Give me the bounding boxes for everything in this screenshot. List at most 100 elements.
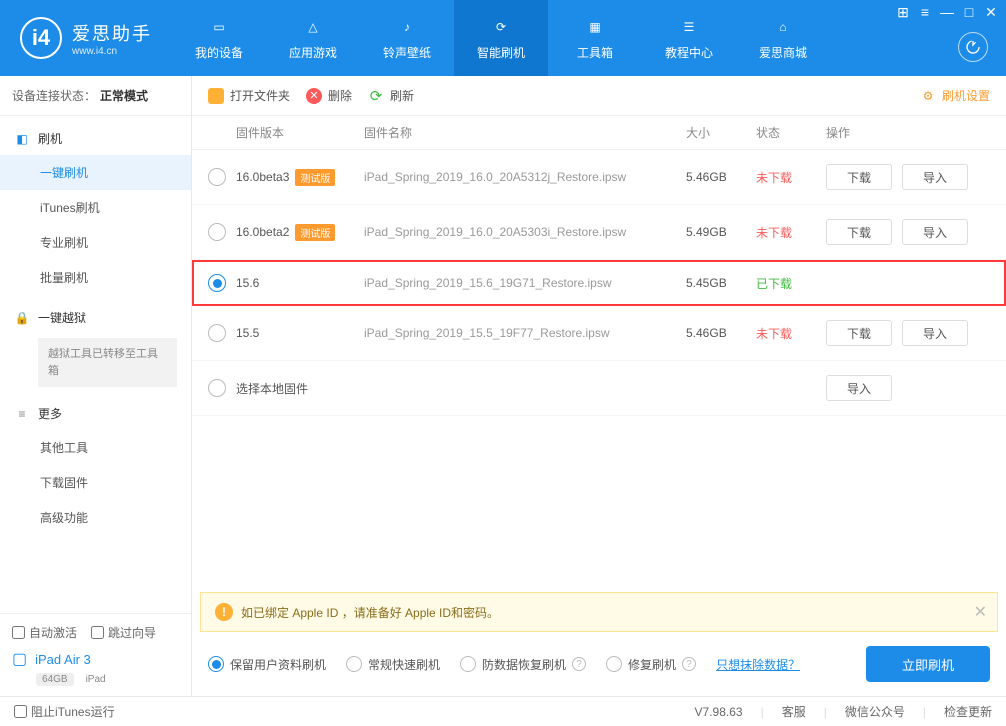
opt-repair[interactable]: 修复刷机? <box>606 656 696 673</box>
open-folder-button[interactable]: 打开文件夹 <box>208 87 290 104</box>
firmware-name: iPad_Spring_2019_16.0_20A5312j_Restore.i… <box>364 170 686 184</box>
sidebar: 设备连接状态： 正常模式 ◧ 刷机 一键刷机iTunes刷机专业刷机批量刷机 🔒… <box>0 76 192 696</box>
app-name: 爱思助手 <box>72 20 152 46</box>
th-status: 状态 <box>756 124 826 141</box>
top-tab-2[interactable]: ♪铃声壁纸 <box>360 0 454 76</box>
jailbreak-note: 越狱工具已转移至工具箱 <box>38 338 177 387</box>
top-tab-5[interactable]: ☰教程中心 <box>642 0 736 76</box>
beta-badge: 测试版 <box>295 224 335 241</box>
opt-keep-data[interactable]: 保留用户资料刷机 <box>208 656 326 673</box>
local-firmware-label: 选择本地固件 <box>236 380 364 397</box>
tab-icon: ▦ <box>584 16 606 38</box>
top-tab-4[interactable]: ▦工具箱 <box>548 0 642 76</box>
firmware-row[interactable]: 15.6 iPad_Spring_2019_15.6_19G71_Restore… <box>192 260 1006 306</box>
th-size: 大小 <box>686 124 756 141</box>
tab-icon: △ <box>302 16 324 38</box>
nav-head-jailbreak[interactable]: 🔒 一键越狱 <box>0 301 191 334</box>
download-button[interactable]: 下载 <box>826 219 892 245</box>
conn-label: 设备连接状态： <box>12 87 96 104</box>
top-tabs: ▭我的设备△应用游戏♪铃声壁纸⟳智能刷机▦工具箱☰教程中心⌂爱思商城 <box>172 0 1006 76</box>
th-version: 固件版本 <box>236 124 364 141</box>
footer-wechat[interactable]: 微信公众号 <box>845 703 905 720</box>
firmware-row[interactable]: 16.0beta2测试版 iPad_Spring_2019_16.0_20A53… <box>192 205 1006 260</box>
opt-anti-recovery[interactable]: 防数据恢复刷机? <box>460 656 586 673</box>
lock-icon: 🔒 <box>14 310 30 326</box>
nav-item[interactable]: 一键刷机 <box>0 155 191 190</box>
import-button[interactable]: 导入 <box>826 375 892 401</box>
flash-now-button[interactable]: 立即刷机 <box>866 646 990 682</box>
table-header: 固件版本 固件名称 大小 状态 操作 <box>192 116 1006 150</box>
nav-item[interactable]: iTunes刷机 <box>0 190 191 225</box>
device-name: iPad Air 3 <box>35 652 91 667</box>
firmware-name: iPad_Spring_2019_16.0_20A5303i_Restore.i… <box>364 225 686 239</box>
refresh-button[interactable]: ⟳刷新 <box>368 87 414 104</box>
firmware-rows: 16.0beta3测试版 iPad_Spring_2019_16.0_20A53… <box>192 150 1006 416</box>
flash-settings-button[interactable]: ⚙刷机设置 <box>920 87 990 104</box>
version-label: V7.98.63 <box>695 705 743 719</box>
flash-icon: ◧ <box>14 131 30 147</box>
firmware-size: 5.46GB <box>686 326 756 340</box>
logo-icon: i4 <box>20 17 62 59</box>
close-icon[interactable]: ✕ <box>982 4 1000 21</box>
minimize-icon[interactable]: — <box>938 4 956 21</box>
row-radio[interactable] <box>208 223 226 241</box>
nav-item[interactable]: 批量刷机 <box>0 260 191 295</box>
auto-activate-checkbox[interactable]: 自动激活 <box>12 624 77 641</box>
beta-badge: 测试版 <box>295 169 335 186</box>
delete-button[interactable]: ✕删除 <box>306 87 352 104</box>
refresh-icon: ⟳ <box>368 88 384 104</box>
top-tab-3[interactable]: ⟳智能刷机 <box>454 0 548 76</box>
download-button[interactable]: 下载 <box>826 320 892 346</box>
more-icon: ≡ <box>14 406 30 422</box>
maximize-icon[interactable]: □ <box>960 4 978 21</box>
th-name: 固件名称 <box>364 124 686 141</box>
footer-service[interactable]: 客服 <box>782 703 806 720</box>
nav-item[interactable]: 专业刷机 <box>0 225 191 260</box>
header-refresh-icon[interactable] <box>958 32 988 62</box>
nav-item[interactable]: 高级功能 <box>0 500 191 535</box>
main-panel: 打开文件夹 ✕删除 ⟳刷新 ⚙刷机设置 固件版本 固件名称 大小 状态 操作 1… <box>192 76 1006 696</box>
top-tab-6[interactable]: ⌂爱思商城 <box>736 0 830 76</box>
top-tab-1[interactable]: △应用游戏 <box>266 0 360 76</box>
logo: i4 爱思助手 www.i4.cn <box>0 17 172 59</box>
nav-head-more[interactable]: ≡ 更多 <box>0 397 191 430</box>
tab-icon: ☰ <box>678 16 700 38</box>
row-radio[interactable] <box>208 274 226 292</box>
row-radio[interactable] <box>208 324 226 342</box>
opt-normal[interactable]: 常规快速刷机 <box>346 656 440 673</box>
help-icon[interactable]: ? <box>682 657 696 671</box>
tab-icon: ⟳ <box>490 16 512 38</box>
skip-guide-checkbox[interactable]: 跳过向导 <box>91 624 156 641</box>
firmware-status: 未下载 <box>756 224 826 241</box>
import-button[interactable]: 导入 <box>902 164 968 190</box>
list-icon[interactable]: ≡ <box>916 4 934 21</box>
erase-data-link[interactable]: 只想抹除数据？ <box>716 656 800 673</box>
app-header: i4 爱思助手 www.i4.cn ▭我的设备△应用游戏♪铃声壁纸⟳智能刷机▦工… <box>0 0 1006 76</box>
top-tab-0[interactable]: ▭我的设备 <box>172 0 266 76</box>
help-icon[interactable]: ? <box>572 657 586 671</box>
warning-close-icon[interactable]: ✕ <box>974 602 987 622</box>
folder-icon <box>208 88 224 104</box>
firmware-size: 5.46GB <box>686 170 756 184</box>
firmware-size: 5.49GB <box>686 225 756 239</box>
firmware-row[interactable]: 15.5 iPad_Spring_2019_15.5_19F77_Restore… <box>192 306 1006 361</box>
app-url: www.i4.cn <box>72 46 152 57</box>
nav-item[interactable]: 下载固件 <box>0 465 191 500</box>
local-firmware-row[interactable]: 选择本地固件 导入 <box>192 361 1006 416</box>
warning-bar: ! 如已绑定 Apple ID ，请准备好 Apple ID和密码。 ✕ <box>200 592 998 632</box>
import-button[interactable]: 导入 <box>902 320 968 346</box>
download-button[interactable]: 下载 <box>826 164 892 190</box>
device-info[interactable]: ▢ iPad Air 3 <box>12 649 179 669</box>
grid-icon[interactable]: ⊞ <box>894 4 912 21</box>
import-button[interactable]: 导入 <box>902 219 968 245</box>
footer-update[interactable]: 检查更新 <box>944 703 992 720</box>
conn-value: 正常模式 <box>100 87 148 104</box>
version-text: 15.5 <box>236 326 259 340</box>
nav-item[interactable]: 其他工具 <box>0 430 191 465</box>
firmware-status: 已下载 <box>756 275 826 292</box>
row-radio[interactable] <box>208 168 226 186</box>
nav-head-flash[interactable]: ◧ 刷机 <box>0 122 191 155</box>
firmware-row[interactable]: 16.0beta3测试版 iPad_Spring_2019_16.0_20A53… <box>192 150 1006 205</box>
row-radio[interactable] <box>208 379 226 397</box>
block-itunes-checkbox[interactable]: 阻止iTunes运行 <box>14 703 115 720</box>
